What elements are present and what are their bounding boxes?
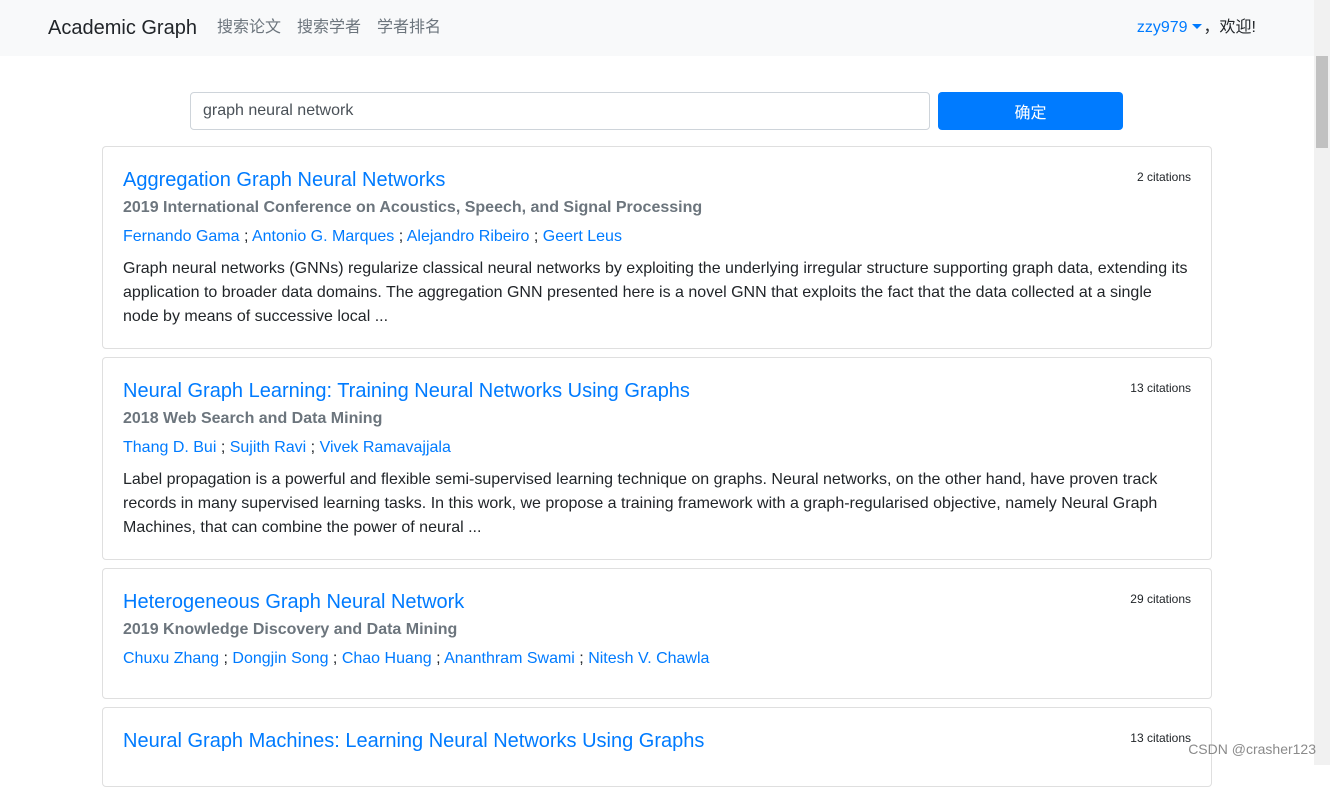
author-link[interactable]: Chuxu Zhang bbox=[123, 650, 219, 667]
author-link[interactable]: Vivek Ramavajjala bbox=[320, 439, 451, 456]
paper-abstract: Label propagation is a powerful and flex… bbox=[123, 471, 1158, 536]
author-link[interactable]: Ananthram Swami bbox=[444, 650, 575, 667]
welcome-text: ，欢迎! bbox=[1203, 19, 1256, 36]
paper-title-link[interactable]: Neural Graph Learning: Training Neural N… bbox=[123, 378, 690, 404]
search-submit-button[interactable]: 确定 bbox=[938, 92, 1123, 130]
brand-logo[interactable]: Academic Graph bbox=[48, 16, 197, 40]
search-input[interactable] bbox=[190, 92, 930, 130]
paper-venue: 2019 Knowledge Discovery and Data Mining bbox=[123, 621, 458, 638]
citation-count: 2 citations bbox=[1136, 170, 1191, 184]
result-card: Neural Graph Learning: Training Neural N… bbox=[102, 357, 1212, 560]
author-list: Fernando Gama ; Antonio G. Marques ; Ale… bbox=[123, 228, 622, 245]
result-card: Neural Graph Machines: Learning Neural N… bbox=[102, 707, 1212, 787]
citation-count: 29 citations bbox=[1130, 592, 1191, 606]
author-link[interactable]: Alejandro Ribeiro bbox=[407, 228, 530, 245]
citation-count: 13 citations bbox=[1130, 381, 1191, 395]
author-link[interactable]: Chao Huang bbox=[342, 650, 432, 667]
nav-search-scholars[interactable]: 搜索学者 bbox=[297, 18, 361, 38]
page-scrollbar[interactable] bbox=[1314, 0, 1330, 765]
user-area: zzy979 ，欢迎! bbox=[1137, 18, 1256, 38]
author-link[interactable]: Sujith Ravi bbox=[230, 439, 306, 456]
author-link[interactable]: Geert Leus bbox=[543, 228, 622, 245]
citation-count: 13 citations bbox=[1130, 731, 1191, 745]
user-dropdown[interactable]: zzy979 bbox=[1137, 19, 1202, 36]
author-link[interactable]: Thang D. Bui bbox=[123, 439, 216, 456]
caret-down-icon[interactable] bbox=[1191, 24, 1202, 29]
navbar: Academic Graph 搜索论文 搜索学者 学者排名 zzy979 ，欢迎! bbox=[0, 0, 1314, 56]
nav-search-papers[interactable]: 搜索论文 bbox=[217, 18, 281, 38]
author-link[interactable]: Fernando Gama bbox=[123, 228, 240, 245]
author-link[interactable]: Nitesh V. Chawla bbox=[588, 650, 709, 667]
watermark: CSDN @crasher123 bbox=[1188, 741, 1316, 757]
result-card: Aggregation Graph Neural Networks 2 cita… bbox=[102, 146, 1212, 349]
paper-title-link[interactable]: Neural Graph Machines: Learning Neural N… bbox=[123, 728, 704, 754]
author-list: Thang D. Bui ; Sujith Ravi ; Vivek Ramav… bbox=[123, 439, 451, 456]
author-list: Chuxu Zhang ; Dongjin Song ; Chao Huang … bbox=[123, 650, 710, 667]
result-card: Heterogeneous Graph Neural Network 29 ci… bbox=[102, 568, 1212, 699]
username[interactable]: zzy979 bbox=[1137, 19, 1188, 36]
nav-scholar-ranking[interactable]: 学者排名 bbox=[377, 18, 441, 38]
author-link[interactable]: Dongjin Song bbox=[232, 650, 328, 667]
paper-venue: 2019 International Conference on Acousti… bbox=[123, 199, 703, 216]
paper-title-link[interactable]: Aggregation Graph Neural Networks bbox=[123, 167, 445, 193]
scrollbar-thumb[interactable] bbox=[1316, 56, 1328, 148]
paper-abstract: Graph neural networks (GNNs) regularize … bbox=[123, 260, 1188, 325]
author-link[interactable]: Antonio G. Marques bbox=[252, 228, 394, 245]
paper-venue: 2018 Web Search and Data Mining bbox=[123, 410, 383, 427]
paper-title-link[interactable]: Heterogeneous Graph Neural Network bbox=[123, 589, 464, 615]
